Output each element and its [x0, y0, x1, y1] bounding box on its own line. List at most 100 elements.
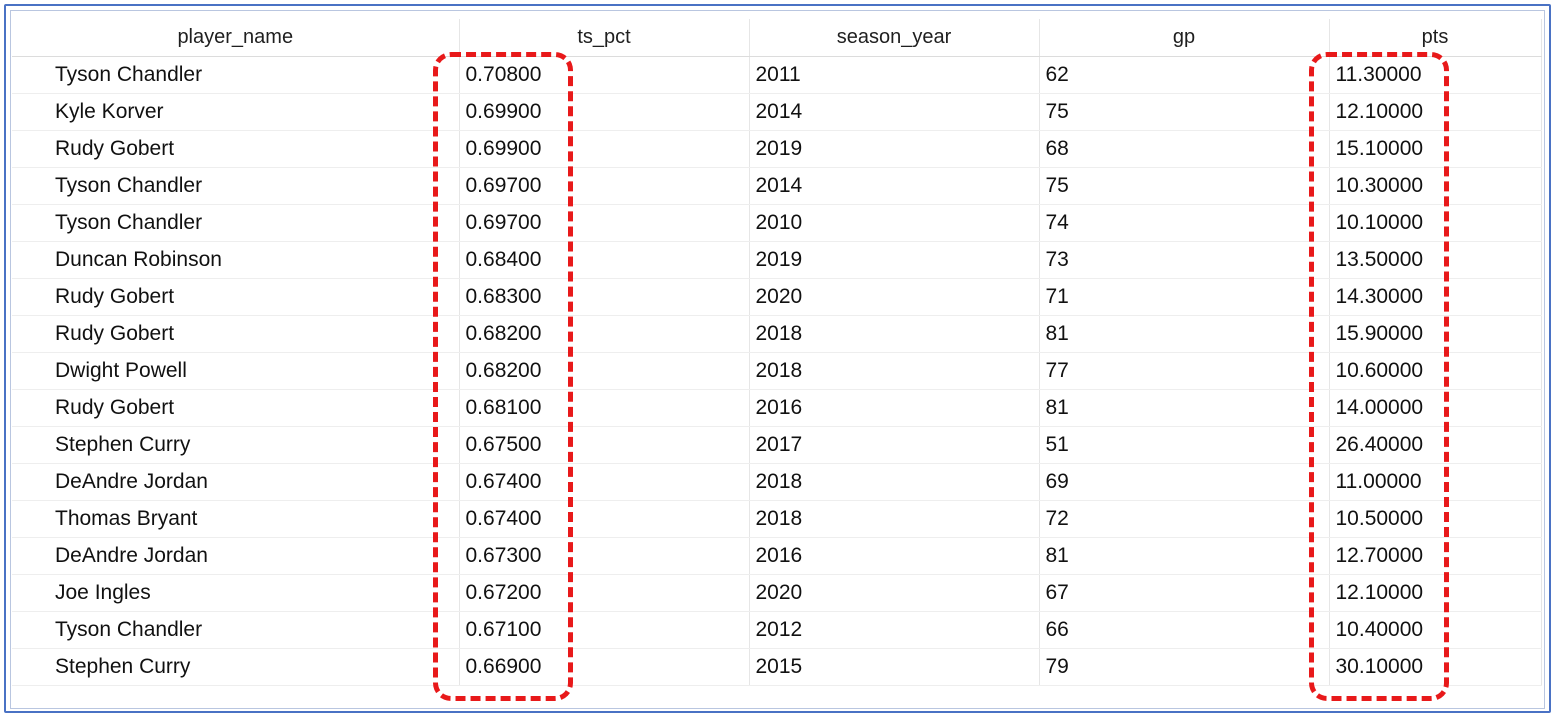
season-year-cell[interactable]: 2016 [749, 389, 1040, 427]
ts-pct-cell[interactable]: 0.68100 [459, 389, 750, 427]
pts-cell[interactable]: 15.10000 [1329, 130, 1542, 168]
ts-pct-cell[interactable]: 0.67200 [459, 574, 750, 612]
gp-cell[interactable]: 81 [1039, 315, 1330, 353]
season-year-cell[interactable]: 2020 [749, 278, 1040, 316]
season-year-cell[interactable]: 2018 [749, 315, 1040, 353]
gp-cell[interactable]: 81 [1039, 537, 1330, 575]
ts-pct-cell[interactable]: 0.69700 [459, 167, 750, 205]
player-name-cell[interactable]: Tyson Chandler [12, 611, 460, 649]
pts-cell[interactable]: 10.10000 [1329, 204, 1542, 242]
table-row[interactable]: Kyle Korver 0.69900 2014 75 12.10000 [12, 93, 1542, 131]
table-row[interactable]: Rudy Gobert 0.69900 2019 68 15.10000 [12, 130, 1542, 168]
season-year-cell[interactable]: 2019 [749, 130, 1040, 168]
player-name-cell[interactable]: Dwight Powell [12, 352, 460, 390]
pts-cell[interactable]: 12.70000 [1329, 537, 1542, 575]
season-year-cell[interactable]: 2015 [749, 648, 1040, 686]
pts-cell[interactable]: 30.10000 [1329, 648, 1542, 686]
gp-cell[interactable]: 67 [1039, 574, 1330, 612]
pts-cell[interactable]: 12.10000 [1329, 93, 1542, 131]
gp-cell[interactable]: 69 [1039, 463, 1330, 501]
table-row[interactable]: Stephen Curry 0.67500 2017 51 26.40000 [12, 426, 1542, 464]
gp-cell[interactable]: 74 [1039, 204, 1330, 242]
gp-cell[interactable]: 62 [1039, 56, 1330, 94]
pts-cell[interactable]: 10.30000 [1329, 167, 1542, 205]
season-year-cell[interactable]: 2018 [749, 500, 1040, 538]
pts-cell[interactable]: 11.00000 [1329, 463, 1542, 501]
pts-cell[interactable]: 14.00000 [1329, 389, 1542, 427]
table-row[interactable]: Tyson Chandler 0.70800 2011 62 11.30000 [12, 56, 1542, 94]
gp-cell[interactable]: 81 [1039, 389, 1330, 427]
season-year-cell[interactable]: 2016 [749, 537, 1040, 575]
gp-cell[interactable]: 68 [1039, 130, 1330, 168]
player-name-cell[interactable]: Stephen Curry [12, 426, 460, 464]
gp-cell[interactable]: 71 [1039, 278, 1330, 316]
season-year-cell[interactable]: 2017 [749, 426, 1040, 464]
season-year-cell[interactable]: 2012 [749, 611, 1040, 649]
season-year-cell[interactable]: 2019 [749, 241, 1040, 279]
player-name-cell[interactable]: Rudy Gobert [12, 389, 460, 427]
table-row[interactable]: Dwight Powell 0.68200 2018 77 10.60000 [12, 352, 1542, 390]
pts-cell[interactable]: 10.60000 [1329, 352, 1542, 390]
table-row[interactable]: Rudy Gobert 0.68200 2018 81 15.90000 [12, 315, 1542, 353]
table-row[interactable]: Tyson Chandler 0.69700 2014 75 10.30000 [12, 167, 1542, 205]
player-name-cell[interactable]: Thomas Bryant [12, 500, 460, 538]
column-header-gp[interactable]: gp [1039, 19, 1330, 57]
results-grid[interactable]: player_name ts_pct season_year gp pts Ty… [12, 19, 1542, 686]
column-header-season-year[interactable]: season_year [749, 19, 1040, 57]
player-name-cell[interactable]: Stephen Curry [12, 648, 460, 686]
pts-cell[interactable]: 15.90000 [1329, 315, 1542, 353]
gp-cell[interactable]: 75 [1039, 93, 1330, 131]
table-row[interactable]: Rudy Gobert 0.68100 2016 81 14.00000 [12, 389, 1542, 427]
player-name-cell[interactable]: DeAndre Jordan [12, 463, 460, 501]
player-name-cell[interactable]: Duncan Robinson [12, 241, 460, 279]
table-row[interactable]: Rudy Gobert 0.68300 2020 71 14.30000 [12, 278, 1542, 316]
table-row[interactable]: Joe Ingles 0.67200 2020 67 12.10000 [12, 574, 1542, 612]
column-header-ts-pct[interactable]: ts_pct [459, 19, 750, 57]
ts-pct-cell[interactable]: 0.67500 [459, 426, 750, 464]
pts-cell[interactable]: 14.30000 [1329, 278, 1542, 316]
season-year-cell[interactable]: 2018 [749, 352, 1040, 390]
season-year-cell[interactable]: 2014 [749, 167, 1040, 205]
ts-pct-cell[interactable]: 0.68200 [459, 352, 750, 390]
gp-cell[interactable]: 66 [1039, 611, 1330, 649]
season-year-cell[interactable]: 2011 [749, 56, 1040, 94]
ts-pct-cell[interactable]: 0.69900 [459, 93, 750, 131]
pts-cell[interactable]: 10.50000 [1329, 500, 1542, 538]
player-name-cell[interactable]: Rudy Gobert [12, 278, 460, 316]
ts-pct-cell[interactable]: 0.69700 [459, 204, 750, 242]
pts-cell[interactable]: 26.40000 [1329, 426, 1542, 464]
ts-pct-cell[interactable]: 0.67400 [459, 463, 750, 501]
ts-pct-cell[interactable]: 0.70800 [459, 56, 750, 94]
player-name-cell[interactable]: Rudy Gobert [12, 315, 460, 353]
ts-pct-cell[interactable]: 0.67400 [459, 500, 750, 538]
ts-pct-cell[interactable]: 0.69900 [459, 130, 750, 168]
ts-pct-cell[interactable]: 0.67100 [459, 611, 750, 649]
ts-pct-cell[interactable]: 0.68200 [459, 315, 750, 353]
player-name-cell[interactable]: Rudy Gobert [12, 130, 460, 168]
pts-cell[interactable]: 10.40000 [1329, 611, 1542, 649]
table-row[interactable]: Stephen Curry 0.66900 2015 79 30.10000 [12, 648, 1542, 686]
season-year-cell[interactable]: 2020 [749, 574, 1040, 612]
player-name-cell[interactable]: Tyson Chandler [12, 204, 460, 242]
ts-pct-cell[interactable]: 0.66900 [459, 648, 750, 686]
ts-pct-cell[interactable]: 0.68300 [459, 278, 750, 316]
ts-pct-cell[interactable]: 0.67300 [459, 537, 750, 575]
season-year-cell[interactable]: 2010 [749, 204, 1040, 242]
ts-pct-cell[interactable]: 0.68400 [459, 241, 750, 279]
season-year-cell[interactable]: 2018 [749, 463, 1040, 501]
pts-cell[interactable]: 11.30000 [1329, 56, 1542, 94]
table-row[interactable]: DeAndre Jordan 0.67400 2018 69 11.00000 [12, 463, 1542, 501]
column-header-pts[interactable]: pts [1329, 19, 1542, 57]
player-name-cell[interactable]: Tyson Chandler [12, 56, 460, 94]
player-name-cell[interactable]: Tyson Chandler [12, 167, 460, 205]
table-row[interactable]: DeAndre Jordan 0.67300 2016 81 12.70000 [12, 537, 1542, 575]
gp-cell[interactable]: 79 [1039, 648, 1330, 686]
gp-cell[interactable]: 73 [1039, 241, 1330, 279]
season-year-cell[interactable]: 2014 [749, 93, 1040, 131]
column-header-player-name[interactable]: player_name [12, 19, 460, 57]
gp-cell[interactable]: 77 [1039, 352, 1330, 390]
pts-cell[interactable]: 13.50000 [1329, 241, 1542, 279]
pts-cell[interactable]: 12.10000 [1329, 574, 1542, 612]
gp-cell[interactable]: 51 [1039, 426, 1330, 464]
table-row[interactable]: Duncan Robinson 0.68400 2019 73 13.50000 [12, 241, 1542, 279]
